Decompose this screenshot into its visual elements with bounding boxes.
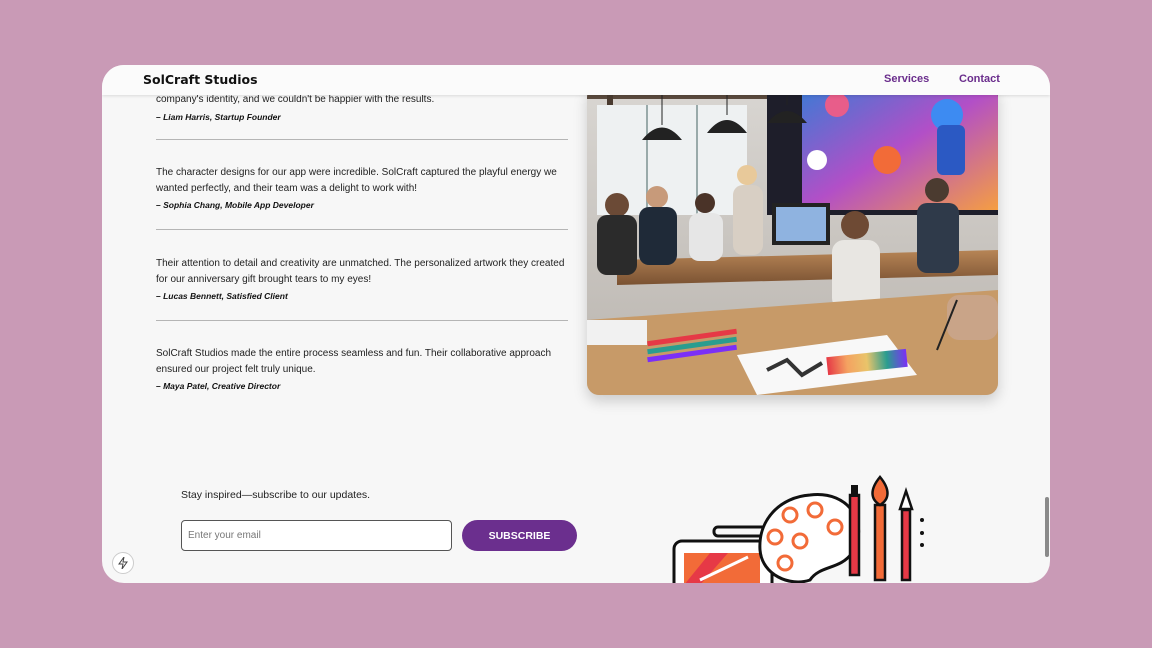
testimonial-author: – Sophia Chang, Mobile App Developer	[156, 200, 314, 210]
testimonial-item: company's identity, and we couldn't be h…	[156, 92, 576, 122]
navbar: SolCraft Studios Services Contact	[102, 65, 1050, 95]
art-supplies-icon	[670, 475, 930, 583]
testimonial-author: – Liam Harris, Startup Founder	[156, 111, 281, 122]
testimonial-item: The character designs for our app were i…	[156, 165, 576, 210]
testimonial-item: Their attention to detail and creativity…	[156, 256, 576, 301]
divider	[156, 320, 568, 321]
testimonial-item: SolCraft Studios made the entire process…	[156, 346, 576, 391]
nav-link-services[interactable]: Services	[884, 73, 929, 85]
nav-link-contact[interactable]: Contact	[959, 73, 1000, 85]
subscribe-button[interactable]: SUBSCRIBE	[462, 520, 577, 551]
browser-window: SolCraft Studios Services Contact compan…	[102, 65, 1050, 583]
lightning-bolt-icon[interactable]	[112, 552, 134, 574]
testimonial-quote: SolCraft Studios made the entire process…	[156, 348, 552, 375]
brand-logo[interactable]: SolCraft Studios	[143, 72, 258, 87]
email-input[interactable]	[181, 520, 452, 551]
testimonial-author: – Maya Patel, Creative Director	[156, 381, 281, 391]
testimonial-quote: Their attention to detail and creativity…	[156, 258, 565, 285]
scrollbar-thumb[interactable]	[1045, 497, 1049, 557]
newsletter-text: Stay inspired—subscribe to our updates.	[181, 489, 371, 501]
divider	[156, 139, 568, 140]
studio-team-photo	[587, 85, 998, 395]
testimonial-quote: The character designs for our app were i…	[156, 167, 557, 194]
divider	[156, 229, 568, 230]
testimonial-author: – Lucas Bennett, Satisfied Client	[156, 291, 288, 301]
